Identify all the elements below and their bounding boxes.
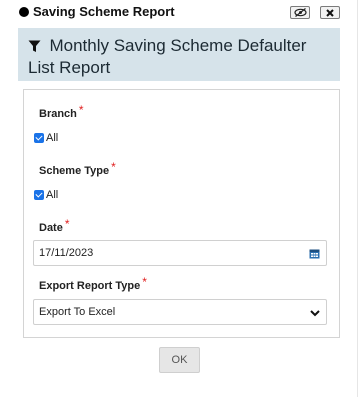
dialog-right-border: [357, 0, 358, 397]
calendar-icon[interactable]: [309, 248, 320, 262]
report-banner: Monthly Saving Scheme Defaulter List Rep…: [18, 28, 340, 81]
export-type-select[interactable]: Export To Excel: [33, 299, 327, 325]
branch-label: Branch *: [39, 103, 84, 120]
scheme-type-all-option[interactable]: All: [34, 189, 58, 201]
branch-all-option[interactable]: All: [34, 132, 58, 144]
scheme-type-all-checkbox[interactable]: [34, 190, 44, 200]
report-title: Monthly Saving Scheme Defaulter List Rep…: [28, 36, 307, 77]
dialog-header: Saving Scheme Report: [0, 0, 359, 26]
dialog-title: Saving Scheme Report: [33, 4, 175, 19]
branch-all-label: All: [46, 132, 59, 144]
required-mark: *: [142, 275, 147, 289]
export-type-selected: Export To Excel: [39, 306, 116, 318]
date-field[interactable]: 17/11/2023: [33, 240, 327, 266]
ok-button[interactable]: OK: [159, 347, 200, 373]
scheme-type-label: Scheme Type *: [39, 160, 116, 177]
scheme-type-label-text: Scheme Type: [39, 165, 110, 177]
date-label-text: Date: [39, 222, 63, 234]
chevron-down-icon: [310, 308, 320, 320]
close-icon: [326, 4, 334, 22]
branch-all-checkbox[interactable]: [34, 133, 44, 143]
date-label: Date *: [39, 217, 70, 234]
date-value: 17/11/2023: [39, 247, 94, 259]
required-mark: *: [111, 160, 116, 174]
hide-button[interactable]: [290, 6, 310, 19]
export-type-label: Export Report Type *: [39, 275, 147, 292]
title-bullet-icon: [19, 7, 29, 17]
close-button[interactable]: [320, 6, 340, 19]
branch-label-text: Branch: [39, 108, 77, 120]
filter-icon: [28, 40, 41, 58]
required-mark: *: [64, 217, 70, 231]
export-type-label-text: Export Report Type: [39, 280, 141, 292]
scheme-type-all-label: All: [46, 189, 59, 201]
eye-slash-icon: [293, 4, 307, 22]
required-mark: *: [78, 103, 84, 117]
